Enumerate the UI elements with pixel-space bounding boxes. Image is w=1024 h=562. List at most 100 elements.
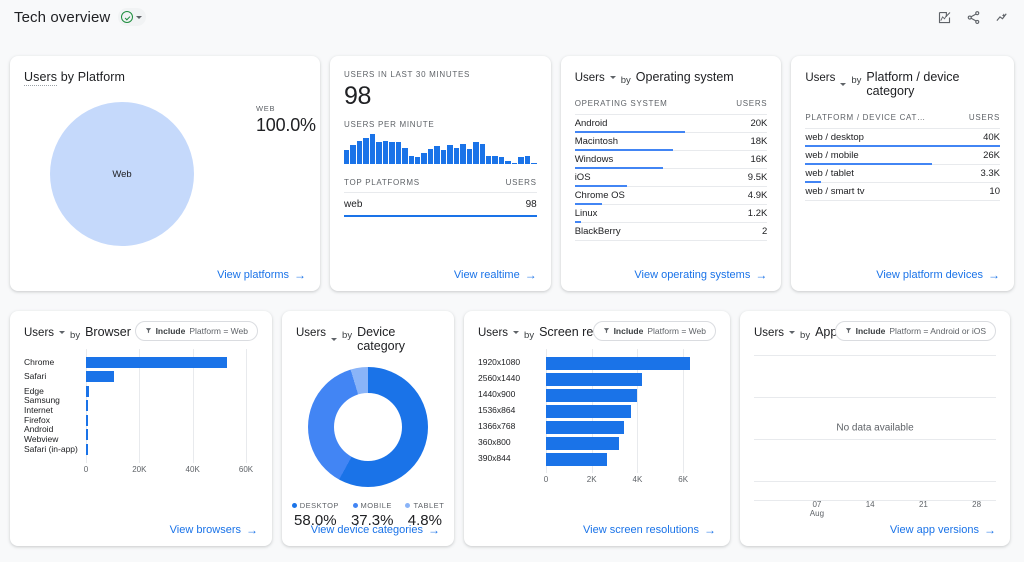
view-app-versions-link[interactable]: View app versions → <box>890 524 996 536</box>
bar-row[interactable]: 390x844 <box>478 451 716 467</box>
donut[interactable] <box>308 367 428 487</box>
chevron-down-icon <box>136 15 143 19</box>
bar-fill[interactable] <box>546 420 624 434</box>
view-platforms-link[interactable]: View platforms → <box>217 269 306 281</box>
bar-category-label: 1920x1080 <box>478 357 521 368</box>
bar-fill[interactable] <box>86 400 88 412</box>
bar-fill[interactable] <box>546 356 690 370</box>
bar-fill[interactable] <box>546 436 620 450</box>
metric-selector-label[interactable]: Users <box>24 327 54 339</box>
platform-device-table-body: web / desktop 40K web / mobile 26K web / tab… <box>805 129 1000 201</box>
bar-fill[interactable] <box>86 356 228 368</box>
bar-track <box>86 414 258 426</box>
bubble-web[interactable]: Web <box>50 102 194 246</box>
bar-fill[interactable] <box>546 372 642 386</box>
share-icon[interactable] <box>966 10 981 25</box>
chevron-down-icon[interactable] <box>59 330 66 334</box>
os-col-dimension: OPERATING SYSTEM <box>574 99 668 108</box>
platform-stat-value: 100.0% <box>256 115 316 135</box>
bar-row[interactable]: 1366x768 <box>478 419 716 435</box>
dimension-label[interactable]: Operating system <box>636 70 734 84</box>
dimension-label[interactable]: Device category <box>357 325 440 353</box>
bar-track <box>546 452 716 466</box>
bar-fill[interactable] <box>86 443 88 455</box>
table-row[interactable]: web / tablet 3.3K <box>805 165 1000 183</box>
bar-fill[interactable] <box>86 385 90 397</box>
chevron-down-icon[interactable] <box>513 330 520 334</box>
status-badge[interactable] <box>118 8 147 26</box>
metric-selector-label[interactable]: Users <box>754 327 784 339</box>
legend-row: TABLET <box>405 501 444 510</box>
dimension-label[interactable]: Platform / device category <box>866 70 1000 98</box>
chevron-down-icon[interactable] <box>331 337 338 341</box>
bar-track <box>86 385 258 397</box>
row-value: 18K <box>750 136 768 147</box>
header-actions <box>937 10 1010 25</box>
table-row[interactable]: Windows 16K <box>574 151 768 169</box>
bar-fill[interactable] <box>546 388 638 402</box>
view-device-categories-link[interactable]: View device categories → <box>311 524 440 536</box>
bar-row[interactable]: 2560x1440 <box>478 371 716 387</box>
filter-chip-app-version[interactable]: Include Platform = Android or iOS <box>834 321 996 341</box>
metric-selector-label[interactable]: Users <box>478 327 508 339</box>
table-row[interactable]: Linux 1.2K <box>574 205 768 223</box>
bar-row[interactable]: Samsung Internet <box>24 396 258 414</box>
table-row[interactable]: BlackBerry 2 <box>574 223 768 241</box>
row-label: Linux <box>574 208 598 219</box>
view-screen-resolutions-label: View screen resolutions <box>583 524 699 536</box>
bar-fill[interactable] <box>546 452 607 466</box>
insights-icon[interactable] <box>995 10 1010 25</box>
view-realtime-link[interactable]: View realtime → <box>454 269 537 281</box>
metric-selector-label[interactable]: Users <box>575 72 605 84</box>
chevron-down-icon[interactable] <box>789 330 796 334</box>
view-screen-resolutions-link[interactable]: View screen resolutions → <box>583 524 716 536</box>
bar-row[interactable]: Safari <box>24 370 258 385</box>
table-row[interactable]: web / mobile 26K <box>805 147 1000 165</box>
bar-fill[interactable] <box>546 404 631 418</box>
realtime-col-platforms: TOP PLATFORMS <box>344 178 420 187</box>
chevron-down-icon[interactable] <box>609 75 616 79</box>
spark-bar <box>524 155 531 164</box>
dimension-label[interactable]: Browser <box>85 325 131 339</box>
table-row[interactable]: web / desktop 40K <box>805 129 1000 147</box>
bar-fill[interactable] <box>86 429 88 441</box>
bar-row[interactable]: 1536x864 <box>478 403 716 419</box>
bar-row[interactable]: 1440x900 <box>478 387 716 403</box>
filter-condition-label: Platform = Web <box>189 326 248 336</box>
realtime-table-row[interactable]: web 98 <box>344 193 537 217</box>
spark-bar <box>376 142 382 164</box>
row-label: Android <box>574 118 608 129</box>
view-browsers-link[interactable]: View browsers → <box>170 524 258 536</box>
table-row[interactable]: Chrome OS 4.9K <box>574 187 768 205</box>
legend-color-dot <box>291 503 297 508</box>
view-device-categories-label: View device categories <box>310 524 423 536</box>
bar-row[interactable]: Safari (in-app) <box>24 442 258 457</box>
bar-fill[interactable] <box>86 414 88 426</box>
bar-category-label: 390x844 <box>478 453 511 464</box>
filter-chip-browser[interactable]: Include Platform = Web <box>134 321 258 341</box>
metric-selector-label[interactable]: Users <box>805 72 835 84</box>
bar-fill[interactable] <box>86 371 114 383</box>
table-row[interactable]: iOS 9.5K <box>574 169 768 187</box>
bar-row[interactable]: 1920x1080 <box>478 355 716 371</box>
bar-row[interactable]: Chrome <box>24 355 258 370</box>
axis-tick-label: 07 Aug <box>809 500 825 519</box>
chevron-down-icon[interactable] <box>840 82 847 86</box>
page-title: Tech overview <box>14 8 111 26</box>
metric-selector-label[interactable]: Users <box>296 327 326 339</box>
bar-row[interactable]: Android Webview <box>24 425 258 443</box>
spark-bar <box>395 142 402 164</box>
table-row[interactable]: Android 20K <box>574 115 768 133</box>
view-platform-devices-link[interactable]: View platform devices → <box>876 269 1000 281</box>
view-operating-systems-link[interactable]: View operating systems → <box>634 269 767 281</box>
table-row[interactable]: web / smart tv 10 <box>805 183 1000 201</box>
users-per-minute-sparkline <box>344 134 537 164</box>
spark-bar <box>421 153 427 164</box>
table-row[interactable]: Macintosh 18K <box>574 133 768 151</box>
bar-category-label: 1536x864 <box>478 405 516 416</box>
filter-icon <box>845 326 852 336</box>
bar-row[interactable]: 360x800 <box>478 435 716 451</box>
filter-chip-screen-resolution[interactable]: Include Platform = Web <box>592 321 716 341</box>
edit-comparisons-icon[interactable] <box>937 10 952 25</box>
card-title-os: Users by Operating system <box>575 70 768 86</box>
